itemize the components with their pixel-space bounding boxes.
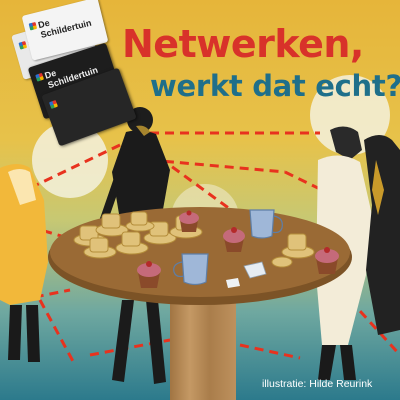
illustration: DeSchildertuin DeSchildertuin DeSchilder… — [0, 0, 400, 400]
logo-icon — [28, 21, 38, 31]
logo-icon — [18, 40, 28, 50]
headline: Netwerken, — [122, 22, 364, 66]
logo-icon — [35, 72, 45, 82]
logo-icon — [49, 100, 58, 109]
person-left — [0, 164, 48, 362]
subheadline: werkt dat echt? — [150, 69, 400, 103]
illustration-credit: illustratie: Hilde Reurink — [262, 378, 373, 390]
